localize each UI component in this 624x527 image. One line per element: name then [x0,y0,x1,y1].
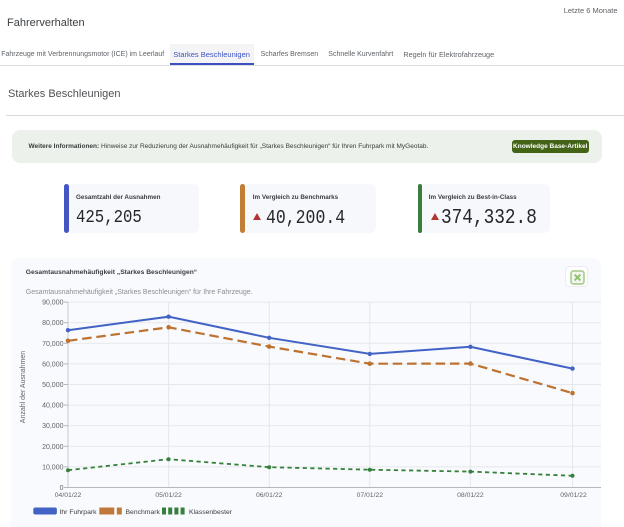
svg-text:Ihr Fuhrpark: Ihr Fuhrpark [60,509,98,516]
svg-text:0: 0 [60,485,64,492]
svg-text:70,000: 70,000 [42,341,64,348]
svg-text:06/01/22: 06/01/22 [256,492,283,499]
svg-text:50,000: 50,000 [42,382,64,389]
svg-text:08/01/22: 08/01/22 [457,492,484,499]
svg-text:40,000: 40,000 [42,403,64,410]
svg-text:07/01/22: 07/01/22 [357,492,384,499]
svg-text:60,000: 60,000 [42,361,64,368]
svg-text:80,000: 80,000 [42,320,64,327]
svg-text:Klassenbester: Klassenbester [189,509,233,516]
svg-text:10,000: 10,000 [42,464,64,471]
svg-text:05/01/22: 05/01/22 [155,492,182,499]
svg-text:Anzahl der Ausnahmen: Anzahl der Ausnahmen [20,351,27,423]
svg-text:20,000: 20,000 [42,444,64,451]
svg-text:09/01/22: 09/01/22 [560,492,587,499]
svg-text:Benchmark: Benchmark [126,509,161,516]
svg-text:90,000: 90,000 [42,300,64,307]
svg-text:04/01/22: 04/01/22 [55,492,82,499]
svg-text:30,000: 30,000 [42,423,64,430]
